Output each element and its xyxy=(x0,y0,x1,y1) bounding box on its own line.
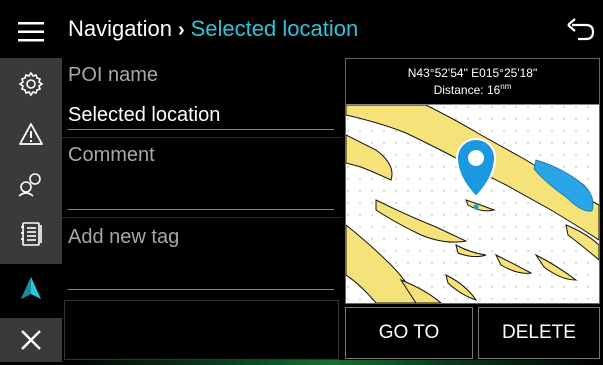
distance-unit: nm xyxy=(500,82,512,91)
divider xyxy=(62,217,342,218)
delete-button[interactable]: DELETE xyxy=(478,307,600,359)
poi-name-label: POI name xyxy=(68,64,159,86)
distance-text: Distance: 16nm xyxy=(346,82,599,97)
distance-label: Distance: xyxy=(433,83,487,97)
poi-form: POI name Selected location Comment Add n… xyxy=(62,58,342,298)
header: Navigation › Selected location xyxy=(62,0,603,58)
coordinate-box: N43°52'54" E015°25'18" Distance: 16nm xyxy=(346,59,599,105)
comment-underline xyxy=(68,209,334,210)
empty-panel xyxy=(64,300,339,360)
add-tag-input[interactable]: Add new tag xyxy=(68,226,179,249)
coordinates-text: N43°52'54" E015°25'18" xyxy=(407,66,538,80)
distance-value: 16 xyxy=(486,83,501,97)
poi-name-input[interactable]: Selected location xyxy=(68,104,220,127)
status-glow xyxy=(62,360,600,365)
breadcrumb: Navigation › Selected location xyxy=(68,16,358,42)
breadcrumb-navigation[interactable]: Navigation xyxy=(68,16,172,41)
chart-map xyxy=(346,105,599,303)
poi-name-underline xyxy=(68,129,334,130)
map-preview[interactable]: N43°52'54" E015°25'18" Distance: 16nm xyxy=(345,58,600,304)
close-icon[interactable] xyxy=(0,318,62,362)
warning-icon[interactable] xyxy=(0,110,62,158)
sidebar xyxy=(0,0,62,365)
book-icon[interactable] xyxy=(0,210,62,258)
gear-icon[interactable] xyxy=(0,60,62,108)
divider xyxy=(62,137,342,138)
go-to-button[interactable]: GO TO xyxy=(345,307,473,359)
comment-input[interactable]: Comment xyxy=(68,144,155,167)
back-arrow-icon[interactable] xyxy=(563,14,599,44)
navigation-arrow-icon[interactable] xyxy=(0,266,62,310)
menu-icon[interactable] xyxy=(0,12,62,52)
group-icon[interactable] xyxy=(0,160,62,208)
add-tag-underline xyxy=(68,289,334,290)
breadcrumb-separator: › xyxy=(177,19,185,41)
page-title: Selected location xyxy=(190,16,359,41)
